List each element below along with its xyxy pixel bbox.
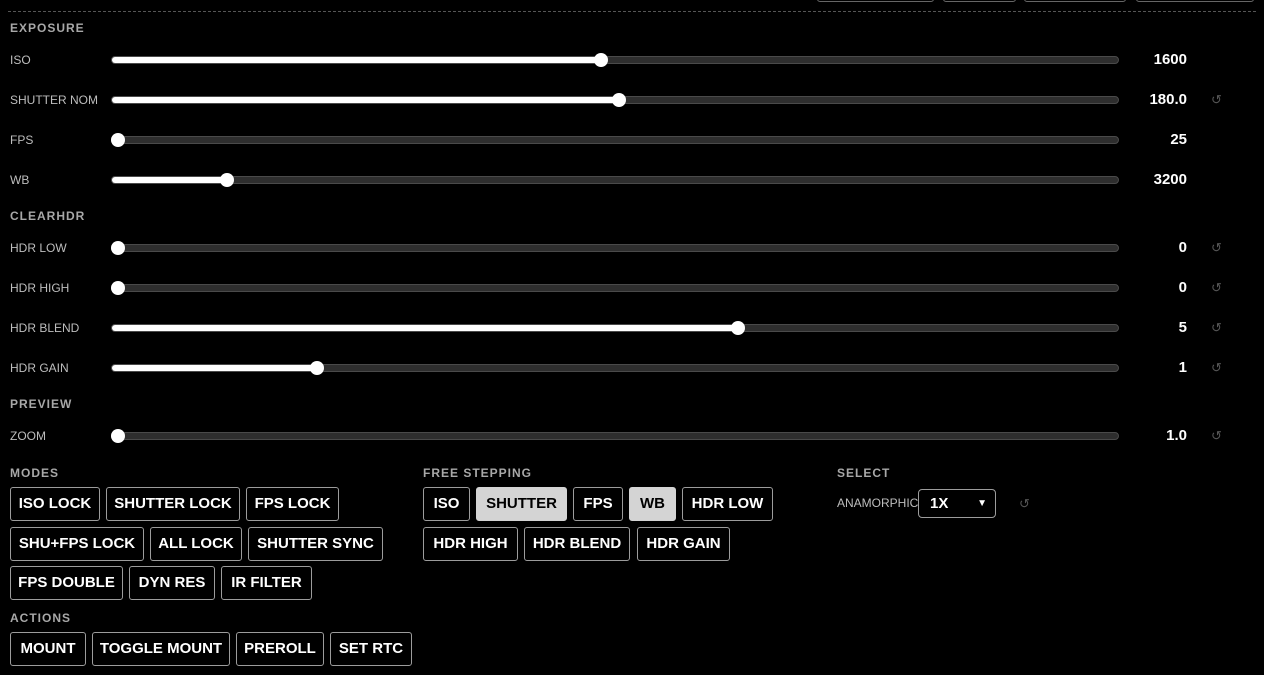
slider-value: 5	[1178, 319, 1187, 336]
slider-thumb[interactable]	[111, 133, 126, 147]
slider-value: 0	[1178, 279, 1187, 296]
ir-filter-button[interactable]: IR FILTER	[221, 566, 312, 600]
reset-icon[interactable]: ↺	[1211, 281, 1222, 294]
section-title-select: SELECT	[837, 466, 891, 480]
slider-row-hdr-blend: HDR BLEND 5 ↺	[0, 318, 1264, 338]
top-button-4[interactable]	[1136, 0, 1254, 2]
slider-thumb[interactable]	[730, 321, 745, 335]
slider-thumb[interactable]	[111, 281, 126, 295]
slider-thumb[interactable]	[219, 173, 234, 187]
section-title-clearhdr: CLEARHDR	[10, 209, 86, 223]
wb-slider[interactable]	[111, 173, 1119, 187]
hdr-low-slider[interactable]	[111, 241, 1119, 255]
slider-value: 1600	[1153, 51, 1187, 68]
section-title-exposure: EXPOSURE	[10, 21, 85, 35]
hdr-gain-slider[interactable]	[111, 361, 1119, 375]
reset-icon[interactable]: ↺	[1211, 321, 1222, 334]
toggle-mount-button[interactable]: TOGGLE MOUNT	[92, 632, 230, 666]
mount-button[interactable]: MOUNT	[10, 632, 86, 666]
slider-label: HDR BLEND	[10, 321, 80, 335]
step-hdr-blend-button[interactable]: HDR BLEND	[524, 527, 630, 561]
step-fps-button[interactable]: FPS	[573, 487, 623, 521]
set-rtc-button[interactable]: SET RTC	[330, 632, 412, 666]
shutter-lock-button[interactable]: SHUTTER LOCK	[106, 487, 240, 521]
slider-thumb[interactable]	[612, 93, 627, 107]
shu-fps-lock-button[interactable]: SHU+FPS LOCK	[10, 527, 144, 561]
slider-label: ISO	[10, 53, 31, 67]
slider-fill	[112, 365, 318, 371]
slider-thumb[interactable]	[593, 53, 608, 67]
slider-label: HDR HIGH	[10, 281, 70, 295]
slider-fill	[112, 97, 620, 103]
reset-icon[interactable]: ↺	[1211, 361, 1222, 374]
slider-row-wb: WB 3200	[0, 170, 1264, 190]
slider-row-iso: ISO 1600	[0, 50, 1264, 70]
step-hdr-low-button[interactable]: HDR LOW	[682, 487, 773, 521]
step-hdr-gain-button[interactable]: HDR GAIN	[637, 527, 730, 561]
fps-double-button[interactable]: FPS DOUBLE	[10, 566, 123, 600]
slider-value: 180.0	[1149, 91, 1187, 108]
top-button-2[interactable]	[943, 0, 1016, 2]
slider-value: 3200	[1153, 171, 1187, 188]
all-lock-button[interactable]: ALL LOCK	[150, 527, 242, 561]
reset-icon[interactable]: ↺	[1211, 93, 1222, 106]
section-title-modes: MODES	[10, 466, 60, 480]
slider-row-hdr-gain: HDR GAIN 1 ↺	[0, 358, 1264, 378]
slider-fill	[112, 177, 227, 183]
top-divider	[8, 11, 1256, 12]
slider-label: HDR LOW	[10, 241, 67, 255]
slider-row-shutter-nom: SHUTTER NOM 180.0 ↺	[0, 90, 1264, 110]
reset-icon[interactable]: ↺	[1211, 429, 1222, 442]
slider-label: FPS	[10, 133, 34, 147]
slider-value: 1.0	[1166, 427, 1187, 444]
slider-row-zoom: ZOOM 1.0 ↺	[0, 426, 1264, 446]
anamorphic-select-value: 1X	[930, 495, 949, 512]
iso-slider[interactable]	[111, 53, 1119, 67]
section-title-free-stepping: FREE STEPPING	[423, 466, 533, 480]
slider-fill	[112, 325, 738, 331]
anamorphic-select[interactable]: 1X ▼	[918, 489, 996, 518]
slider-value: 1	[1178, 359, 1187, 376]
slider-thumb[interactable]	[111, 429, 126, 443]
slider-row-hdr-high: HDR HIGH 0 ↺	[0, 278, 1264, 298]
anamorphic-label: ANAMORPHIC	[837, 496, 919, 510]
hdr-high-slider[interactable]	[111, 281, 1119, 295]
slider-value: 25	[1170, 131, 1187, 148]
shutter-sync-button[interactable]: SHUTTER SYNC	[248, 527, 383, 561]
section-title-preview: PREVIEW	[10, 397, 73, 411]
chevron-down-icon: ▼	[977, 498, 987, 509]
section-title-actions: ACTIONS	[10, 611, 71, 625]
step-shutter-button[interactable]: SHUTTER	[476, 487, 567, 521]
slider-value: 0	[1178, 239, 1187, 256]
top-button-3[interactable]	[1024, 0, 1126, 2]
hdr-blend-slider[interactable]	[111, 321, 1119, 335]
iso-lock-button[interactable]: ISO LOCK	[10, 487, 100, 521]
dyn-res-button[interactable]: DYN RES	[129, 566, 215, 600]
top-button-1[interactable]	[817, 0, 934, 2]
slider-fill	[112, 57, 601, 63]
reset-icon[interactable]: ↺	[1211, 241, 1222, 254]
slider-label: HDR GAIN	[10, 361, 69, 375]
slider-label: ZOOM	[10, 429, 46, 443]
slider-label: WB	[10, 173, 30, 187]
step-iso-button[interactable]: ISO	[423, 487, 470, 521]
zoom-slider[interactable]	[111, 429, 1119, 443]
fps-slider[interactable]	[111, 133, 1119, 147]
slider-row-hdr-low: HDR LOW 0 ↺	[0, 238, 1264, 258]
slider-thumb[interactable]	[310, 361, 325, 375]
step-wb-button[interactable]: WB	[629, 487, 676, 521]
shutter-nom-slider[interactable]	[111, 93, 1119, 107]
reset-icon[interactable]: ↺	[1019, 496, 1030, 512]
preroll-button[interactable]: PREROLL	[236, 632, 324, 666]
slider-row-fps: FPS 25	[0, 130, 1264, 150]
fps-lock-button[interactable]: FPS LOCK	[246, 487, 339, 521]
slider-thumb[interactable]	[111, 241, 126, 255]
slider-label: SHUTTER NOM	[10, 93, 98, 107]
step-hdr-high-button[interactable]: HDR HIGH	[423, 527, 518, 561]
